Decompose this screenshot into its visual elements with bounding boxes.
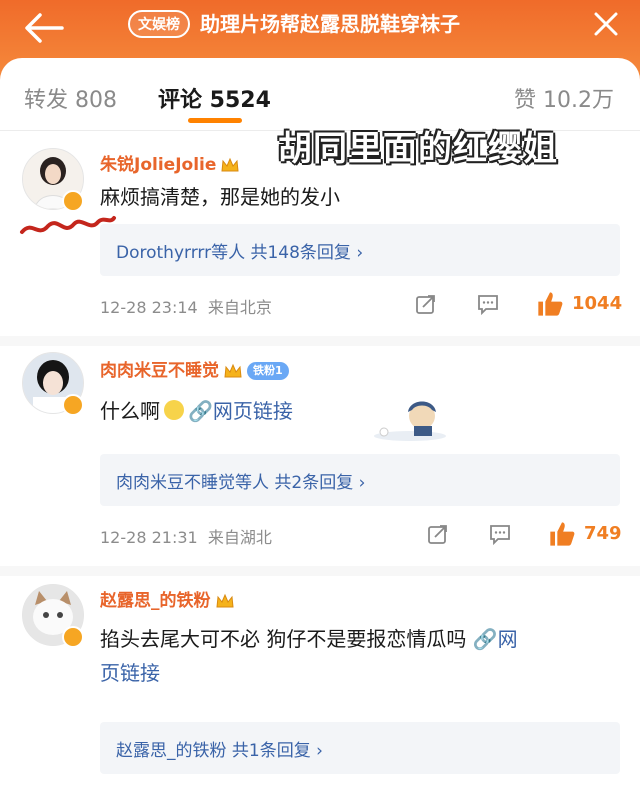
comment-icon[interactable] — [476, 292, 500, 316]
reply-users: Dorothyrrrr等人 — [116, 243, 246, 263]
comment-text: 掐头去尾大可不必 狗仔不是要报恋情瓜吗 — [100, 627, 467, 651]
hot-list-badge: 文娱榜 — [128, 10, 190, 38]
comment-time: 12-28 21:31 — [100, 528, 198, 547]
crown-icon — [221, 157, 239, 172]
comment-location: 来自湖北 — [207, 528, 272, 547]
comment-body: 掐头去尾大可不必 狗仔不是要报恋情瓜吗 🔗网页链接 — [100, 622, 610, 690]
share-icon[interactable] — [414, 292, 438, 316]
web-link[interactable]: 🔗网 — [473, 627, 518, 651]
comment-body: 麻烦搞清楚，那是她的发小 — [100, 185, 340, 209]
reply-preview[interactable]: 赵露思_的铁粉 共1条回复 › — [100, 722, 620, 774]
comment-divider — [0, 566, 640, 576]
crown-icon — [224, 363, 242, 378]
share-icon[interactable] — [426, 522, 450, 546]
reply-count: 共148条回复 — [250, 243, 351, 263]
verified-badge-icon — [62, 626, 84, 648]
chevron-right-icon: › — [316, 741, 323, 761]
link-icon: 🔗 — [472, 627, 498, 651]
emoji-icon — [164, 400, 184, 420]
comment-username[interactable]: 肉肉米豆不睡觉 铁粉1 — [100, 356, 289, 381]
reply-preview[interactable]: 肉肉米豆不睡觉等人 共2条回复 › — [100, 454, 620, 506]
comment-location: 来自北京 — [207, 298, 272, 317]
comment-meta: 12-28 23:14 来自北京 — [100, 294, 272, 318]
username-text[interactable]: 朱锐JolieJolie — [100, 155, 216, 175]
reply-users: 赵露思_的铁粉 — [116, 741, 227, 761]
comment-body: 什么啊 🔗网页链接 — [100, 394, 293, 428]
chevron-right-icon: › — [358, 473, 366, 493]
chevron-right-icon: › — [356, 243, 364, 263]
fan-level-badge: 铁粉1 — [247, 362, 289, 380]
username-text[interactable]: 肉肉米豆不睡觉 — [100, 361, 219, 381]
link-icon: 🔗 — [188, 399, 213, 423]
active-tab-indicator — [188, 118, 242, 123]
crown-icon — [215, 593, 234, 608]
comment-time: 12-28 23:14 — [100, 298, 198, 317]
comment-text: 什么啊 — [100, 399, 160, 423]
like-count: 749 — [584, 523, 622, 544]
comment-username[interactable]: 朱锐JolieJolie — [100, 150, 240, 175]
web-link[interactable]: 🔗网页链接 — [188, 399, 293, 423]
like-count: 1044 — [572, 293, 623, 314]
comment-icon[interactable] — [488, 522, 512, 546]
sticker-icon — [374, 401, 446, 441]
overlay-caption: 胡同里面的红缨姐 — [278, 129, 558, 169]
like-icon[interactable] — [548, 520, 576, 548]
reply-count: 共2条回复 — [274, 473, 354, 493]
like-icon[interactable] — [536, 290, 564, 318]
reply-users: 肉肉米豆不睡觉等人 — [116, 473, 269, 493]
tab-comments[interactable]: 评论 5524 — [158, 82, 271, 114]
web-link-text-continued[interactable]: 页链接 — [100, 661, 160, 685]
tab-likes[interactable]: 赞 10.2万 — [514, 82, 614, 114]
username-text[interactable]: 赵露思_的铁粉 — [100, 591, 211, 611]
page-title: 助理片场帮赵露思脱鞋穿袜子 — [200, 12, 460, 36]
close-icon[interactable] — [592, 10, 620, 38]
web-link-text[interactable]: 网 — [498, 627, 518, 651]
comment-username[interactable]: 赵露思_的铁粉 — [100, 586, 235, 611]
back-arrow-icon[interactable] — [22, 10, 66, 46]
comment-divider — [0, 336, 640, 346]
reply-preview[interactable]: Dorothyrrrr等人 共148条回复 › — [100, 224, 620, 276]
verified-badge-icon — [62, 394, 84, 416]
comment-meta: 12-28 21:31 来自湖北 — [100, 524, 272, 548]
web-link-text[interactable]: 网页链接 — [213, 399, 293, 423]
tab-reposts[interactable]: 转发 808 — [24, 82, 117, 114]
reply-count: 共1条回复 — [231, 741, 311, 761]
